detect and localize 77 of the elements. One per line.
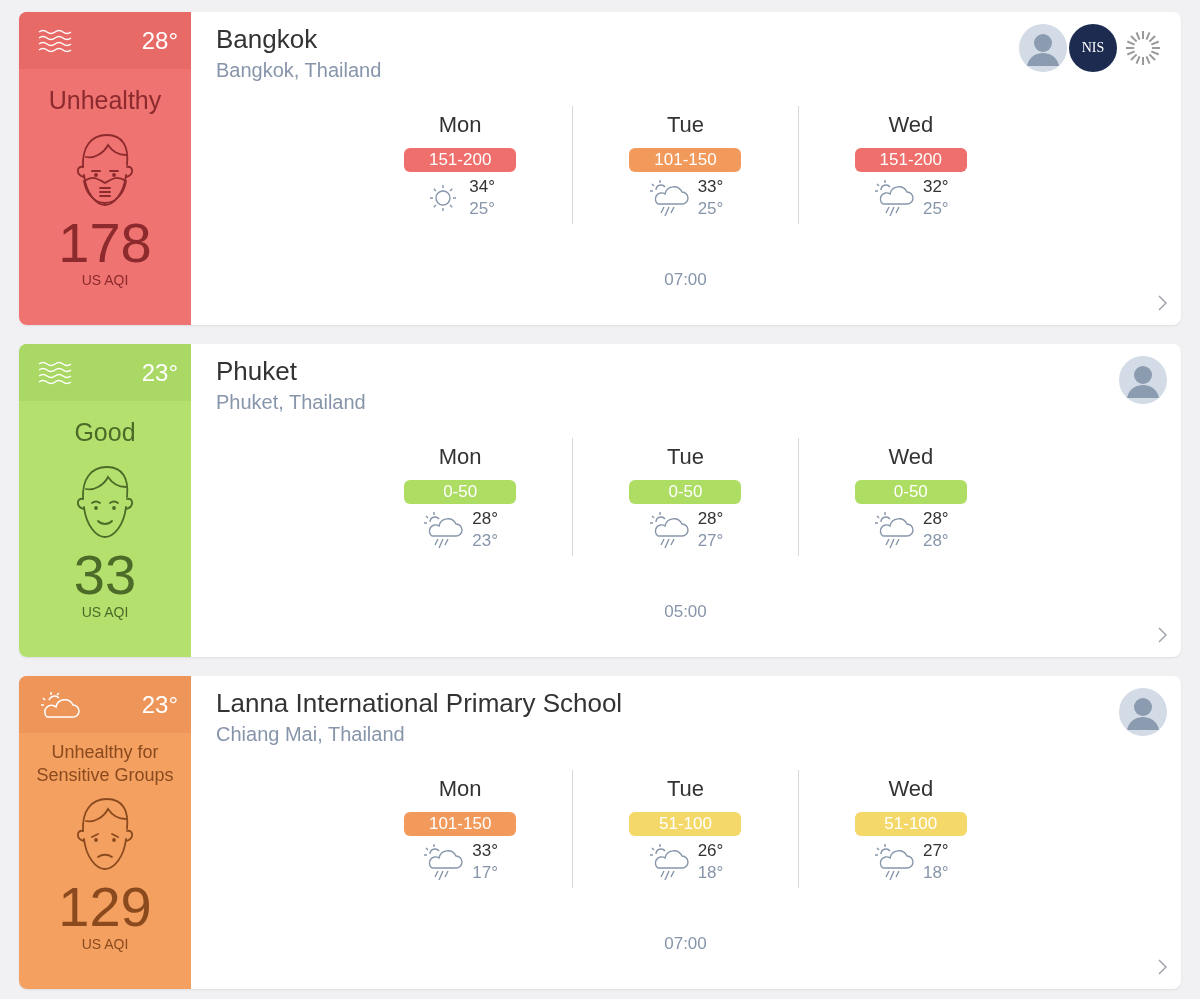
high-temperature: 27° [922, 840, 949, 862]
aqi-unit: US AQI [81, 604, 129, 620]
wind-icon [37, 359, 73, 386]
aqi-range-badge: 0-50 [404, 480, 517, 504]
aqi-value: 178 [58, 215, 152, 271]
high-temperature: 28° [697, 508, 724, 530]
avatar[interactable] [1119, 688, 1167, 736]
high-temperature: 33° [472, 840, 498, 862]
rain-cloud-icon [872, 510, 915, 550]
aqi-unit: US AQI [81, 272, 129, 288]
aqi-range-badge: 151-200 [404, 148, 517, 172]
chevron-right-icon [1157, 295, 1167, 311]
station-name: Phuket [216, 356, 298, 387]
logo-avatar[interactable]: NIS [1069, 24, 1117, 72]
rain-cloud-icon [872, 178, 915, 218]
station-card[interactable]: 28° Unhealthy 178 US AQI Bangkok Bangkok, Thailand NIS Mon 151-200 34° 25° Tue 101-150 33° 25° Wed 151-200 32° 25° 07:00 [19, 12, 1181, 325]
aqi-range-badge: 0-50 [854, 480, 967, 504]
rain-cloud-icon [647, 510, 690, 550]
forecast-day: Mon [438, 444, 482, 470]
station-location: Bangkok, Thailand [216, 59, 382, 82]
forecast-day: Tue [666, 112, 705, 138]
avatar[interactable] [1119, 356, 1167, 404]
rain-cloud-icon [422, 842, 465, 882]
rain-cloud-icon [872, 842, 915, 882]
low-temperature: 18° [922, 862, 949, 884]
aqi-range-badge: 151-200 [854, 148, 967, 172]
low-temperature: 28° [922, 530, 949, 552]
low-temperature: 27° [697, 530, 724, 552]
high-temperature: 28° [472, 508, 498, 530]
station-card[interactable]: 23° Good 33 US AQI Phuket Phuket, Thailand Mon 0-50 28° 23° Tue 0-50 28° 27° Wed 0-50 28° 28° 05:00 [19, 344, 1181, 657]
aqi-category: Unhealthy for Sensitive Groups [35, 740, 175, 787]
station-location: Phuket, Thailand [216, 391, 366, 414]
aqi-range-badge: 51-100 [629, 812, 742, 836]
aqi-category: Good [73, 416, 137, 448]
station-name: Lanna International Primary School [216, 688, 623, 719]
station-name: Bangkok [216, 24, 319, 55]
rain-cloud-icon [422, 510, 465, 550]
aqi-category: Unhealthy [47, 84, 163, 116]
forecast-day: Wed [888, 112, 934, 138]
high-temperature: 33° [697, 176, 724, 198]
low-temperature: 23° [472, 530, 498, 552]
aqi-range-badge: 51-100 [854, 812, 967, 836]
forecast-day: Tue [666, 776, 705, 802]
high-temperature: 26° [697, 840, 724, 862]
rain-cloud-icon [647, 178, 690, 218]
aqi-value: 129 [58, 879, 152, 935]
high-temperature: 34° [469, 176, 495, 198]
update-time: 07:00 [664, 270, 707, 290]
current-temperature: 23° [141, 690, 178, 719]
aqi-unit: US AQI [81, 936, 129, 952]
wind-icon [37, 27, 73, 54]
update-time: 05:00 [664, 602, 707, 622]
forecast-day: Mon [438, 776, 482, 802]
forecast-day: Wed [888, 776, 934, 802]
aqi-value: 33 [73, 547, 137, 603]
current-temperature: 23° [141, 358, 178, 387]
low-temperature: 25° [697, 198, 724, 220]
chevron-right-icon [1157, 627, 1167, 643]
station-location: Chiang Mai, Thailand [216, 723, 406, 746]
low-temperature: 18° [697, 862, 724, 884]
rain-cloud-icon [647, 842, 690, 882]
aqi-range-badge: 101-150 [404, 812, 517, 836]
avatar[interactable] [1019, 24, 1067, 72]
aqi-range-badge: 0-50 [629, 480, 742, 504]
update-time: 07:00 [664, 934, 707, 954]
forecast-day: Tue [666, 444, 705, 470]
forecast-day: Wed [888, 444, 934, 470]
chevron-right-icon [1157, 959, 1167, 975]
current-temperature: 28° [141, 26, 178, 55]
high-temperature: 32° [922, 176, 949, 198]
forecast-day: Mon [438, 112, 482, 138]
high-temperature: 28° [922, 508, 949, 530]
station-card[interactable]: 23° Unhealthy for Sensitive Groups 129 US AQI Lanna International Primary School Chiang Mai, Thailand Mon 101-150 33° 17° Tue 51-100 26° 18° Wed 51-100 27° 18° 07:00 [19, 676, 1181, 989]
aqi-range-badge: 101-150 [629, 148, 742, 172]
low-temperature: 17° [472, 862, 498, 884]
low-temperature: 25° [922, 198, 949, 220]
low-temperature: 25° [469, 198, 495, 220]
